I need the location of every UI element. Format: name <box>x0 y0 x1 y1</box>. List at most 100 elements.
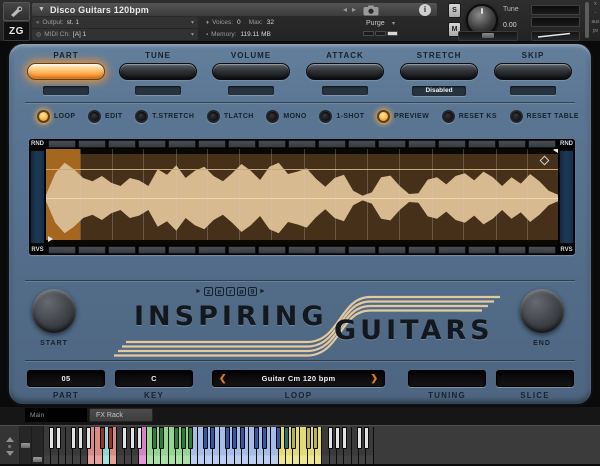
table-cell[interactable] <box>438 140 466 148</box>
table-cell[interactable] <box>138 246 166 254</box>
table-cell[interactable] <box>108 140 136 148</box>
attack-button[interactable] <box>306 63 384 80</box>
black-key-unmapped[interactable] <box>130 427 135 449</box>
black-key-green[interactable] <box>188 427 193 449</box>
volume-slider[interactable] <box>458 31 518 41</box>
start-knob[interactable] <box>32 289 76 333</box>
table-cell[interactable] <box>348 246 376 254</box>
octave-down-icon[interactable] <box>6 451 14 456</box>
table-cell[interactable] <box>288 140 316 148</box>
led-icon[interactable] <box>510 110 523 123</box>
black-key-unmapped[interactable] <box>342 427 347 449</box>
black-key-unmapped[interactable] <box>122 427 127 449</box>
black-key-red[interactable] <box>100 427 105 449</box>
part-button[interactable] <box>27 63 105 80</box>
midi-channel-field[interactable]: ◎ MIDI Ch: [A] 1 ▾ <box>32 29 198 40</box>
black-key-yellow[interactable] <box>306 427 311 449</box>
rack-scrollbar[interactable] <box>585 2 589 38</box>
table-cell[interactable] <box>168 140 196 148</box>
black-key-cyan[interactable] <box>108 427 113 449</box>
next-loop-icon[interactable]: ❯ <box>370 374 378 384</box>
table-cell[interactable] <box>198 140 226 148</box>
table-cell[interactable] <box>468 140 496 148</box>
table-cell[interactable] <box>408 140 436 148</box>
wave-canvas[interactable] <box>46 149 558 245</box>
solo-button[interactable]: S <box>448 3 461 18</box>
black-key-unmapped[interactable] <box>78 427 83 449</box>
pv-toggle[interactable]: pv <box>593 28 598 35</box>
table-cell[interactable] <box>438 246 466 254</box>
table-cell[interactable] <box>318 246 346 254</box>
black-key-unmapped[interactable] <box>364 427 369 449</box>
skip-button[interactable] <box>494 63 572 80</box>
led-icon[interactable] <box>266 110 279 123</box>
black-key-green[interactable] <box>181 427 186 449</box>
table-cell[interactable] <box>498 140 526 148</box>
black-key-unmapped[interactable] <box>357 427 362 449</box>
led-icon[interactable] <box>88 110 101 123</box>
black-key-green[interactable] <box>152 427 157 449</box>
rvs-cells[interactable] <box>46 246 558 254</box>
octave-shift-control[interactable] <box>0 426 20 466</box>
black-key-unmapped[interactable] <box>56 427 61 449</box>
table-cell[interactable] <box>78 140 106 148</box>
switch-1-shot[interactable]: 1-SHOT <box>319 110 364 123</box>
keyboard-slider-2-handle[interactable] <box>33 457 42 462</box>
switch-mono[interactable]: MONO <box>266 110 306 123</box>
black-key-blue[interactable] <box>225 427 230 449</box>
wrench-button[interactable] <box>3 2 30 21</box>
switch-reset-ks[interactable]: RESET KS <box>442 110 497 123</box>
led-icon[interactable] <box>37 110 50 123</box>
table-cell[interactable] <box>348 140 376 148</box>
purge-menu[interactable]: Purge <box>366 20 385 27</box>
black-key-blue[interactable] <box>262 427 267 449</box>
black-key-yellow[interactable] <box>291 427 296 449</box>
led-icon[interactable] <box>442 110 455 123</box>
black-key-unmapped[interactable] <box>71 427 76 449</box>
part-display[interactable]: 05 <box>27 370 105 387</box>
table-cell[interactable] <box>108 246 136 254</box>
black-key-blue[interactable] <box>276 427 281 449</box>
black-key-unmapped[interactable] <box>137 427 142 449</box>
keyboard-keys[interactable] <box>44 427 374 466</box>
tuning-display[interactable] <box>408 370 486 387</box>
output-dropdown-icon[interactable]: ▾ <box>191 19 194 26</box>
switch-preview[interactable]: PREVIEW <box>377 110 429 123</box>
table-cell[interactable] <box>258 246 286 254</box>
table-cell[interactable] <box>228 140 256 148</box>
info-icon[interactable]: i <box>419 4 431 16</box>
keyboard-slider-2[interactable] <box>32 426 44 466</box>
title-dropdown-icon[interactable]: ▼ <box>38 6 45 13</box>
main-tab[interactable]: Main <box>25 408 87 422</box>
black-key-blue[interactable] <box>210 427 215 449</box>
led-icon[interactable] <box>319 110 332 123</box>
keyboard-slider-1[interactable] <box>20 426 32 466</box>
led-icon[interactable] <box>207 110 220 123</box>
table-cell[interactable] <box>498 246 526 254</box>
table-cell[interactable] <box>138 140 166 148</box>
tune-button[interactable] <box>119 63 197 80</box>
black-key-blue[interactable] <box>232 427 237 449</box>
table-cell[interactable] <box>228 246 256 254</box>
black-key-unmapped[interactable] <box>49 427 54 449</box>
table-cell[interactable] <box>378 140 406 148</box>
midi-dropdown-icon[interactable]: ▾ <box>191 31 194 38</box>
stretch-button[interactable] <box>400 63 478 80</box>
table-cell[interactable] <box>168 246 196 254</box>
table-cell[interactable] <box>288 246 316 254</box>
table-cell[interactable] <box>468 246 496 254</box>
octave-up-icon[interactable] <box>6 437 14 442</box>
black-key-green[interactable] <box>174 427 179 449</box>
prev-instrument-icon[interactable]: ◂ <box>343 6 347 14</box>
black-key-unmapped[interactable] <box>328 427 333 449</box>
purge-dropdown-icon[interactable]: ▾ <box>392 21 395 27</box>
black-key-blue[interactable] <box>254 427 259 449</box>
key-display[interactable]: C <box>115 370 193 387</box>
table-cell[interactable] <box>528 140 556 148</box>
table-cell[interactable] <box>258 140 286 148</box>
rnd-cells[interactable] <box>46 140 558 148</box>
output-field[interactable]: « Output: st. 1 ▾ <box>32 17 198 28</box>
switch-t-stretch[interactable]: T.STRETCH <box>135 110 194 123</box>
table-cell[interactable] <box>408 246 436 254</box>
black-key-blue[interactable] <box>203 427 208 449</box>
